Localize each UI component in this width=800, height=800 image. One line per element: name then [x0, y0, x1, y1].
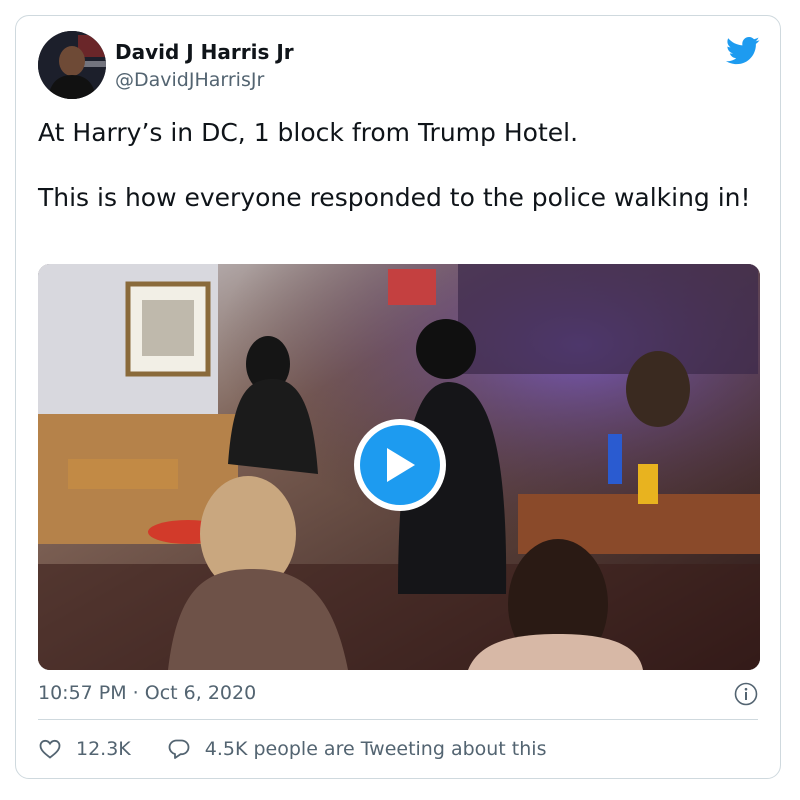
author-display-name[interactable]: David J Harris Jr — [115, 40, 294, 64]
tweet-text: At Harry’s in DC, 1 block from Trump Hot… — [38, 116, 758, 214]
action-bar: 12.3K 4.5K people are Tweeting about thi… — [38, 737, 546, 761]
author-avatar[interactable] — [38, 31, 106, 99]
speech-bubble-icon — [168, 739, 190, 759]
tweeting-about-text: 4.5K people are Tweeting about this — [204, 738, 547, 760]
like-count: 12.3K — [76, 738, 131, 760]
tweet-text-line-2: This is how everyone responded to the po… — [38, 183, 751, 212]
author-handle[interactable]: @DavidJHarrisJr — [115, 69, 264, 91]
info-icon[interactable] — [734, 682, 758, 706]
like-button[interactable]: 12.3K — [38, 737, 131, 761]
tweet-card: David J Harris Jr @DavidJHarrisJr At Har… — [15, 15, 781, 779]
heart-icon — [39, 739, 61, 759]
tweet-text-line-1: At Harry’s in DC, 1 block from Trump Hot… — [38, 118, 579, 147]
video-thumbnail[interactable] — [38, 264, 760, 670]
divider — [38, 719, 758, 720]
reply-button[interactable]: 4.5K people are Tweeting about this — [167, 737, 547, 761]
twitter-bird-icon[interactable] — [726, 36, 760, 66]
tweet-timestamp[interactable]: 10:57 PM · Oct 6, 2020 — [38, 682, 256, 704]
play-button[interactable] — [354, 419, 446, 511]
play-icon — [387, 448, 415, 482]
